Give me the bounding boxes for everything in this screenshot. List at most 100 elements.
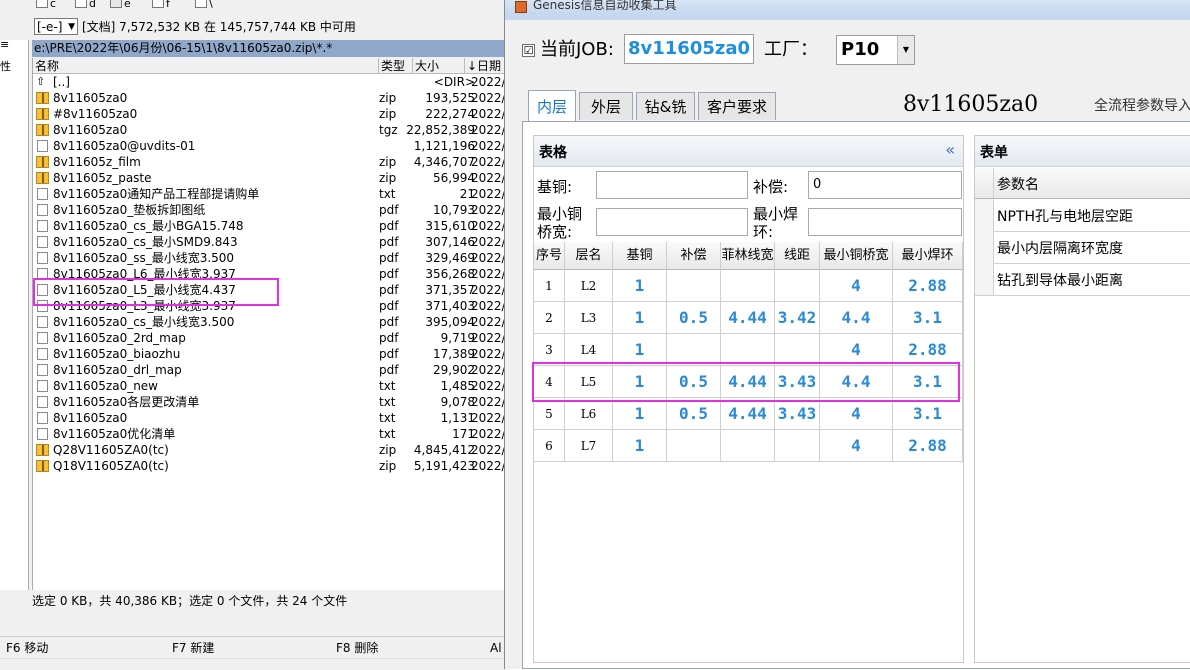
file-row[interactable]: ⇧ [..] <DIR> 2022/0 xyxy=(33,74,513,90)
file-type: pdf xyxy=(379,203,399,217)
grid-cell-col-min-cu-bridge[interactable]: 4 xyxy=(820,270,893,302)
file-row[interactable]: 8v11605za0_cs_最小SMD9.843 pdf 307,146 2022/0 xyxy=(33,234,513,250)
f6-move-button[interactable]: F6 移动 xyxy=(6,639,48,657)
param-column-label: 参数名 xyxy=(997,177,1039,193)
file-row[interactable]: 8v11605za0@uvdits-01 1,121,196 2022/0 xyxy=(33,138,513,154)
title-bar[interactable]: Genesis信息自动收集工具 xyxy=(505,0,1190,14)
file-row[interactable]: 8v11605za0_cs_最小BGA15.748 pdf 315,610 2022/… xyxy=(33,218,513,234)
grid-cell-col-compensation[interactable]: 0.5 xyxy=(667,398,721,430)
file-row[interactable]: 8v11605za0 tgz 22,852,389 2022/0 xyxy=(33,122,513,138)
job-input[interactable]: 8v11605za0 xyxy=(624,34,754,64)
file-row[interactable]: Q28V11605ZA0(tc) zip 4,845,412 2022/0 xyxy=(33,442,513,458)
file-row[interactable]: 8v11605za0_biaozhu pdf 17,389 2022/0 xyxy=(33,346,513,362)
job-checkbox[interactable]: ☑ xyxy=(522,44,535,57)
grid-cell-col-compensation[interactable]: 0.5 xyxy=(667,302,721,334)
grid-cell-col-index[interactable]: 1 xyxy=(534,270,565,302)
file-row[interactable]: 8v11605za0 zip 193,525 2022/0 xyxy=(33,90,513,106)
file-row[interactable]: 8v11605za0通知产品工程部提请购单 txt 21 2022/0 xyxy=(33,186,513,202)
file-row[interactable]: 8v11605za0_drl_map pdf 29,902 2022/0 xyxy=(33,362,513,378)
alt-f4-button[interactable]: Al xyxy=(490,639,502,657)
grid-cell-col-spacing[interactable] xyxy=(775,430,820,462)
grid-cell-col-index[interactable]: 6 xyxy=(534,430,565,462)
grid-header-col-compensation[interactable]: 补偿 xyxy=(667,242,721,270)
collapse-icon[interactable]: « xyxy=(945,140,955,159)
grid-cell-col-film-width[interactable]: 4.44 xyxy=(721,398,775,430)
grid-cell-col-film-width[interactable] xyxy=(721,430,775,462)
min-cu-bridge-input[interactable] xyxy=(596,208,748,236)
grid-header-col-spacing[interactable]: 线距 xyxy=(775,242,820,270)
grid-cell-col-base-copper[interactable]: 1 xyxy=(613,302,667,334)
file-row[interactable]: 8v11605z_film zip 4,346,707 2022/0 xyxy=(33,154,513,170)
left-panel-edge[interactable]: 性 ≡ xyxy=(0,38,29,590)
file-row[interactable]: 8v11605za0_2rd_map pdf 9,719 2022/0 xyxy=(33,330,513,346)
grid-cell-col-film-width[interactable] xyxy=(721,270,775,302)
file-name: [..] xyxy=(53,75,70,89)
grid-cell-col-layer[interactable]: L3 xyxy=(565,302,613,334)
grid-cell-col-base-copper[interactable]: 1 xyxy=(613,430,667,462)
param-row[interactable]: 钻孔到导体最小距离 xyxy=(975,263,1190,296)
drive-c-button[interactable]: c xyxy=(36,0,56,10)
grid-cell-col-min-solder-ring[interactable]: 3.1 xyxy=(893,302,963,334)
file-list[interactable]: 名称 类型 大小 ↓日期 ⇧ [..] <DIR> 2022/0 8v11605za0 z… xyxy=(32,58,513,590)
file-row[interactable]: #8v11605za0 zip 222,274 2022/0 xyxy=(33,106,513,122)
grid-cell-col-compensation[interactable] xyxy=(667,270,721,302)
grid-cell-col-spacing[interactable] xyxy=(775,270,820,302)
grid-header-col-layer[interactable]: 层名 xyxy=(565,242,613,270)
grid-header-col-min-solder-ring[interactable]: 最小焊环 xyxy=(893,242,963,270)
grid-cell-col-layer[interactable]: L6 xyxy=(565,398,613,430)
file-row[interactable]: 8v11605za0各层更改清单 txt 9,078 2022/0 xyxy=(33,394,513,410)
file-row[interactable]: 8v11605za0_ss_最小线宽3.500 pdf 329,469 2022/0 xyxy=(33,250,513,266)
param-row[interactable]: NPTH孔与电地层空距 xyxy=(975,199,1190,232)
grid-cell-col-index[interactable]: 2 xyxy=(534,302,565,334)
f7-new-button[interactable]: F7 新建 xyxy=(172,639,214,657)
grid-cell-col-min-solder-ring[interactable]: 2.88 xyxy=(893,430,963,462)
drive-root-button[interactable]: \ xyxy=(195,0,213,10)
import-all-params-button[interactable]: 全流程参数导入 xyxy=(1094,96,1190,116)
grid-header-col-index[interactable]: 序号 xyxy=(534,242,565,270)
file-row[interactable]: Q18V11605ZA0(tc) zip 5,191,423 2022/0 xyxy=(33,458,513,474)
drive-e-button[interactable]: e xyxy=(110,0,131,10)
grid-cell-col-min-solder-ring[interactable]: 2.88 xyxy=(893,270,963,302)
tab-inner-layer[interactable]: 内层 xyxy=(528,90,576,122)
min-solder-ring-input[interactable] xyxy=(808,208,962,236)
drive-f-button[interactable]: f xyxy=(152,0,170,10)
grid-cell-col-min-solder-ring[interactable]: 3.1 xyxy=(893,398,963,430)
factory-select[interactable]: P10 ▼ xyxy=(836,35,915,65)
file-row[interactable]: 8v11605z_paste zip 56,994 2022/0 xyxy=(33,170,513,186)
grid-cell-col-min-cu-bridge[interactable]: 4 xyxy=(820,430,893,462)
grid-header-col-film-width[interactable]: 菲林线宽 xyxy=(721,242,775,270)
tab-outer-layer[interactable]: 外层 xyxy=(579,92,633,120)
column-header-size[interactable]: 大小 xyxy=(413,58,465,74)
file-row[interactable]: 8v11605za0优化清单 txt 171 2022/0 xyxy=(33,426,513,442)
file-row[interactable]: 8v11605za0_垫板拆卸图纸 pdf 10,793 2022/0 xyxy=(33,202,513,218)
grid-cell-col-spacing[interactable]: 3.42 xyxy=(775,302,820,334)
tab-customer-requirements[interactable]: 客户要求 xyxy=(698,92,776,120)
column-header-type[interactable]: 类型 xyxy=(379,58,413,74)
drive-d-button[interactable]: d xyxy=(75,0,96,10)
param-row[interactable]: 最小内层隔离环宽度 xyxy=(975,231,1190,264)
grid-cell-col-spacing[interactable]: 3.43 xyxy=(775,398,820,430)
f8-delete-button[interactable]: F8 删除 xyxy=(336,639,378,657)
tab-drill-mill[interactable]: 钻&铣 xyxy=(636,92,695,120)
grid-cell-col-base-copper[interactable]: 1 xyxy=(613,270,667,302)
current-path[interactable]: e:\PRE\2022年\06月份\06-15\1\8v11605za0.zip… xyxy=(32,40,510,57)
grid-cell-col-min-cu-bridge[interactable]: 4.4 xyxy=(820,302,893,334)
grid-cell-col-index[interactable]: 5 xyxy=(534,398,565,430)
base-copper-input[interactable] xyxy=(596,171,748,199)
grid-header-col-base-copper[interactable]: 基铜 xyxy=(613,242,667,270)
grid-cell-col-base-copper[interactable]: 1 xyxy=(613,398,667,430)
compensation-input[interactable]: 0 xyxy=(808,171,962,199)
file-row[interactable]: 8v11605za0_cs_最小线宽3.500 pdf 395,094 2022/0 xyxy=(33,314,513,330)
grid-cell-col-layer[interactable]: L2 xyxy=(565,270,613,302)
file-row[interactable]: 8v11605za0_new txt 1,485 2022/0 xyxy=(33,378,513,394)
grid-cell-col-layer[interactable]: L7 xyxy=(565,430,613,462)
grid-cell-col-film-width[interactable]: 4.44 xyxy=(721,302,775,334)
column-header-name[interactable]: 名称 xyxy=(33,58,379,74)
grid-cell-col-compensation[interactable] xyxy=(667,430,721,462)
file-row[interactable]: 8v11605za0 txt 1,131 2022/0 xyxy=(33,410,513,426)
grid-header-col-min-cu-bridge[interactable]: 最小铜桥宽 xyxy=(820,242,893,270)
drive-select[interactable]: [-e-] ▼ xyxy=(34,18,78,35)
grid-cell-col-min-cu-bridge[interactable]: 4 xyxy=(820,398,893,430)
param-column-header[interactable]: 参数名 xyxy=(975,168,1190,199)
layer-grid[interactable]: 序号 层名 基铜 补偿 菲林线宽 线距 最小铜桥宽 最小焊环 1 L2 1 4 2.88 2 L3 1 0.5 4… xyxy=(534,242,963,462)
